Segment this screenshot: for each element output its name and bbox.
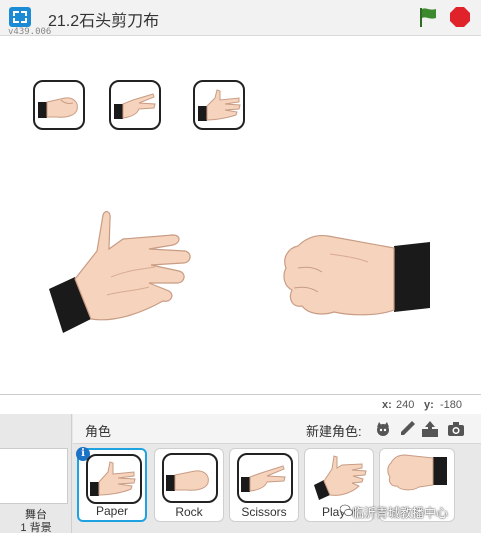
paper-hand-sprite[interactable] <box>45 207 195 342</box>
x-label: x: <box>382 399 392 411</box>
sprite-thumbnail <box>86 454 142 504</box>
paint-new-sprite-icon[interactable] <box>397 419 417 439</box>
stage-selector[interactable]: 舞台 1 背景 <box>0 414 72 534</box>
sprite-card-paper[interactable]: i Paper <box>76 447 147 522</box>
rock-hand-sprite[interactable] <box>282 232 434 332</box>
paper-hand-icon <box>198 89 241 121</box>
sprite-thumbnail <box>312 453 368 503</box>
sprite-card-scissors[interactable]: Scissors <box>229 448 299 522</box>
project-title: 21.2石头剪刀布 <box>48 13 160 30</box>
sprite-thumbnail <box>237 453 293 503</box>
scissors-hand-icon <box>241 465 286 492</box>
sprite-thumbnail <box>162 453 218 503</box>
upload-sprite-icon[interactable] <box>420 419 440 439</box>
y-label: y: <box>424 399 434 411</box>
project-header: 21.2石头剪刀布 v439.006 <box>0 0 481 37</box>
version-label: v439.006 <box>8 27 52 37</box>
paper-mini-card <box>193 80 245 130</box>
sprites-header: 角色 新建角色: <box>73 414 481 444</box>
fullscreen-icon[interactable] <box>8 6 32 28</box>
rock-hand-icon <box>38 97 78 118</box>
x-value: 240 <box>396 399 415 411</box>
sprite-library-panel: 舞台 1 背景 角色 新建角色: i Paper Rock Scissors P… <box>0 414 481 534</box>
paper-hand-icon <box>90 461 136 496</box>
camera-icon[interactable] <box>446 419 466 439</box>
mouse-coordinates: x: 240 y: -180 <box>0 396 481 414</box>
stage-thumbnail[interactable] <box>0 448 68 504</box>
choose-sprite-from-library-icon[interactable] <box>373 419 393 439</box>
scissors-hand-icon <box>114 93 156 119</box>
rock-mini-card <box>33 80 85 130</box>
y-value: -180 <box>440 399 463 411</box>
sprites-title: 角色 <box>85 424 112 439</box>
stop-icon[interactable] <box>448 5 472 29</box>
stage[interactable] <box>0 37 481 395</box>
sprite-card-rock[interactable]: Rock <box>154 448 224 522</box>
sprite-name: Scissors <box>241 505 287 519</box>
sprite-thumbnail <box>387 453 449 503</box>
rock-hand-icon <box>387 454 447 491</box>
watermark-text: 临沂青城教播中心 <box>352 506 449 520</box>
rock-hand-icon <box>166 470 209 491</box>
sprite-name: Rock <box>175 505 203 519</box>
paper-hand-icon <box>314 455 367 500</box>
sprite-name: Paper <box>95 504 129 518</box>
green-flag-icon[interactable] <box>416 5 440 29</box>
scissors-mini-card <box>109 80 161 130</box>
new-sprite-label: 新建角色: <box>306 424 362 439</box>
